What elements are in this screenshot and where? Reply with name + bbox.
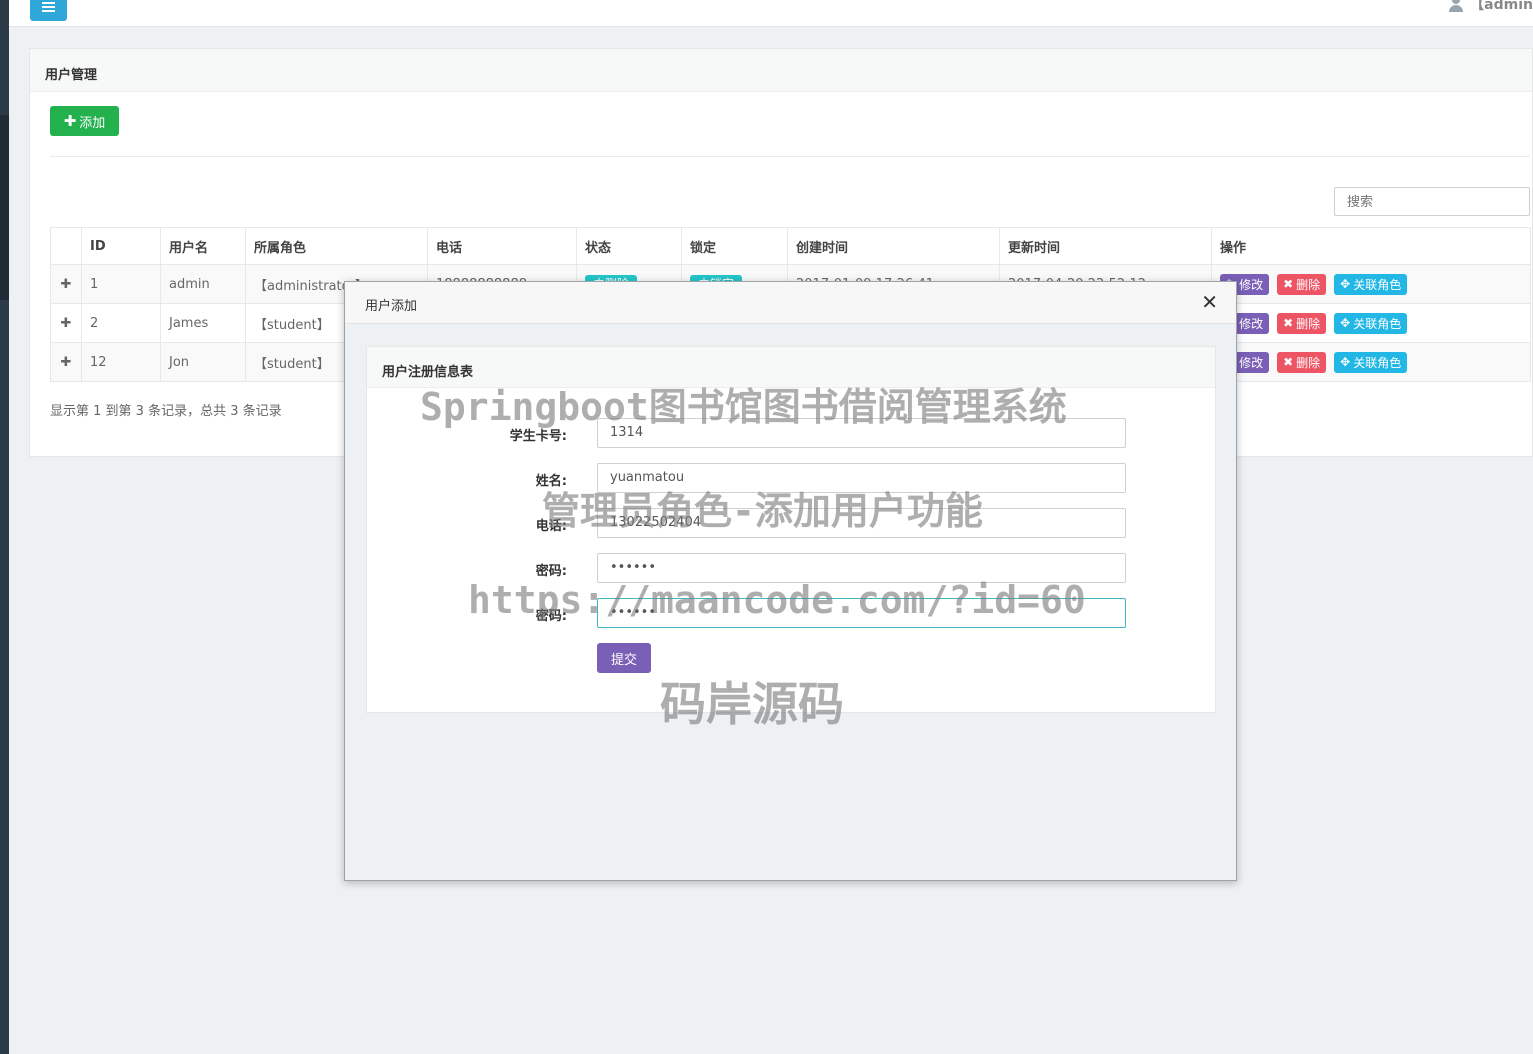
user-icon <box>1448 0 1464 12</box>
column-header[interactable]: 更新时间 <box>999 227 1212 265</box>
delete-icon: ✖ <box>1283 277 1294 291</box>
column-header: 操作 <box>1211 227 1531 265</box>
delete-button[interactable]: ✖ 删除 <box>1277 312 1327 334</box>
watermark-text: 管理员角色-添加用户功能 <box>542 489 983 533</box>
menu-icon <box>42 2 55 4</box>
top-navbar: 【admin <box>9 0 1533 27</box>
link-role-button[interactable]: ✥ 关联角色 <box>1334 312 1408 334</box>
delete-icon: ✖ <box>1283 355 1294 369</box>
modal-header: 用户添加 ✕ <box>345 282 1236 324</box>
modal-title: 用户添加 <box>365 299 418 314</box>
field-label: 电话: <box>535 519 567 534</box>
cell-actions: ✎修改 ✖删除 ✥关联角色 <box>1211 264 1531 304</box>
left-sidebar-rail <box>0 0 9 1054</box>
submit-button[interactable]: 提交 <box>597 643 651 673</box>
sidebar-segment <box>0 115 9 300</box>
delete-icon: ✖ <box>1283 316 1294 330</box>
watermark-text: Springboot图书馆图书借阅管理系统 <box>420 385 1067 429</box>
move-icon: ✥ <box>1340 316 1351 330</box>
close-icon[interactable]: ✕ <box>1201 292 1218 312</box>
cell-id: 1 <box>81 264 161 304</box>
move-icon: ✥ <box>1340 277 1351 291</box>
column-header[interactable]: 状态 <box>576 227 682 265</box>
cell-actions: ✎修改 ✖删除 ✥关联角色 <box>1211 303 1531 343</box>
delete-button[interactable]: ✖ 删除 <box>1277 273 1327 295</box>
cell-id: 2 <box>81 303 161 343</box>
move-icon: ✥ <box>1340 355 1351 369</box>
link-role-button[interactable]: ✥ 关联角色 <box>1334 273 1408 295</box>
delete-button[interactable]: ✖ 删除 <box>1277 351 1327 373</box>
watermark-text: 码岸源码 <box>660 677 844 731</box>
link-role-button[interactable]: ✥ 关联角色 <box>1334 351 1408 373</box>
cell-username: admin <box>160 264 246 304</box>
cell-id: 12 <box>81 342 161 382</box>
user-name: 【admin <box>1470 0 1533 13</box>
cell-actions: ✎修改 ✖删除 ✥关联角色 <box>1211 342 1531 382</box>
column-header[interactable]: 所属角色 <box>245 227 428 265</box>
column-header[interactable]: ID <box>81 227 161 265</box>
field-label: 密码: <box>535 564 567 579</box>
cell-username: Jon <box>160 342 246 382</box>
column-header <box>50 227 82 265</box>
expand-plus-icon[interactable]: ✚ <box>50 264 82 304</box>
table-header-row: ID 用户名 所属角色 电话 状态 锁定 创建时间 更新时间 操作 <box>50 227 1531 265</box>
column-header[interactable]: 锁定 <box>681 227 788 265</box>
search-input[interactable] <box>1334 187 1530 216</box>
pagination-info: 显示第 1 到第 3 条记录，总共 3 条记录 <box>50 404 282 419</box>
column-header[interactable]: 用户名 <box>160 227 246 265</box>
column-header[interactable]: 电话 <box>427 227 577 265</box>
add-button-label: 添加 <box>79 115 106 131</box>
divider <box>50 156 1530 157</box>
menu-toggle-button[interactable] <box>30 0 67 21</box>
user-menu[interactable]: 【admin <box>1448 0 1533 14</box>
field-label: 姓名: <box>535 474 567 489</box>
cell-username: James <box>160 303 246 343</box>
add-user-button[interactable]: ✚ 添加 <box>50 106 119 136</box>
expand-plus-icon[interactable]: ✚ <box>50 342 82 382</box>
column-header[interactable]: 创建时间 <box>787 227 1000 265</box>
panel-title: 用户管理 <box>30 49 1532 92</box>
plus-icon: ✚ <box>63 111 77 130</box>
watermark-text: https://maancode.com/?id=60 <box>468 578 1086 622</box>
expand-plus-icon[interactable]: ✚ <box>50 303 82 343</box>
